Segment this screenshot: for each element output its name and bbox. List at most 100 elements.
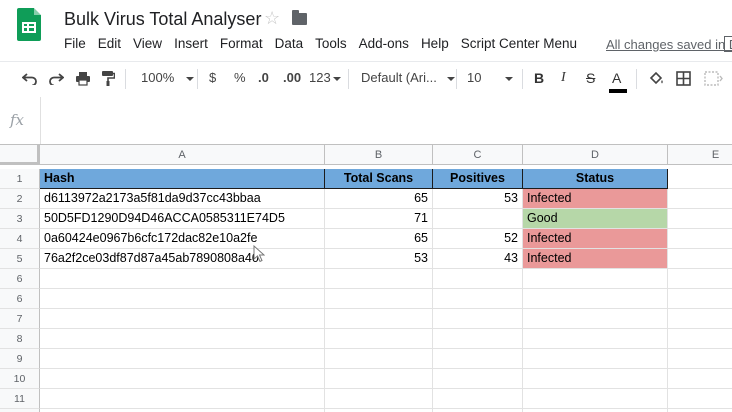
toolbar-divider	[636, 69, 637, 89]
star-icon[interactable]: ☆	[264, 8, 280, 29]
row-header[interactable]: 4	[0, 229, 40, 249]
share-button-edge[interactable]	[724, 36, 732, 52]
percent-format-button[interactable]: %	[234, 70, 246, 85]
decrease-decimal-button[interactable]: .0	[258, 70, 269, 85]
menu-edit[interactable]: Edit	[92, 36, 127, 54]
font-size-select[interactable]: 10	[467, 70, 514, 85]
chevron-down-icon	[186, 76, 195, 81]
bold-button[interactable]: B	[534, 70, 544, 86]
column-header-c[interactable]: C	[433, 145, 523, 165]
header-cell-hash[interactable]: Hash	[40, 169, 325, 189]
more-formats-label: 123	[309, 70, 331, 85]
cell-positives[interactable]: 52	[433, 229, 523, 249]
empty-cell[interactable]	[668, 249, 732, 269]
menu-tools[interactable]: Tools	[309, 36, 353, 54]
increase-decimal-button[interactable]: .00	[283, 70, 301, 85]
row-header[interactable]: 10	[0, 369, 40, 389]
merge-cells-icon[interactable]	[704, 71, 724, 86]
folder-icon[interactable]	[292, 10, 307, 25]
menu-insert[interactable]: Insert	[168, 36, 214, 54]
cell-hash[interactable]: 0a60424e0967b6cfc172dac82e10a2fe	[40, 229, 325, 249]
italic-button[interactable]: I	[561, 70, 566, 86]
empty-cell[interactable]	[668, 169, 732, 189]
cell-hash[interactable]: d6113972a2173a5f81da9d37cc43bbaa	[40, 189, 325, 209]
toolbar: 100% $ % .0 .00 123 Default (Ari... 10 B…	[0, 61, 732, 98]
chevron-down-icon	[446, 76, 455, 81]
zoom-select[interactable]: 100%	[141, 70, 195, 85]
cell-hash[interactable]: 50D5FD1290D94D46ACCA0585311E74D5	[40, 209, 325, 229]
redo-icon[interactable]	[48, 71, 64, 85]
row-header[interactable]: 2	[0, 189, 40, 209]
cell-status[interactable]: Infected	[523, 189, 668, 209]
print-icon[interactable]	[75, 71, 91, 86]
menu-bar: File Edit View Insert Format Data Tools …	[58, 36, 583, 54]
cell-total-scans[interactable]: 65	[325, 229, 433, 249]
menu-format[interactable]: Format	[214, 36, 269, 54]
font-family-value: Default (Ari...	[361, 70, 437, 85]
empty-cell[interactable]	[668, 189, 732, 209]
cell-status[interactable]: Infected	[523, 229, 668, 249]
undo-icon[interactable]	[22, 71, 38, 85]
formula-divider	[40, 97, 41, 144]
empty-cell[interactable]	[668, 209, 732, 229]
zoom-value: 100%	[141, 70, 175, 85]
spreadsheet-grid: A B C D E 1 2 3 4 5 6 7 8 9 10 11 12 Has…	[0, 145, 732, 412]
row-header[interactable]: 1	[0, 169, 40, 189]
cell-total-scans[interactable]: 53	[325, 249, 433, 269]
mouse-cursor-icon	[253, 245, 265, 263]
more-formats-select[interactable]: 123	[309, 70, 341, 85]
header-cell-positives[interactable]: Positives	[433, 169, 523, 189]
menu-data[interactable]: Data	[269, 36, 310, 54]
row-header[interactable]: 3	[0, 209, 40, 229]
document-title[interactable]: Bulk Virus Total Analyser	[64, 9, 261, 30]
cell-status[interactable]: Infected	[523, 249, 668, 269]
column-header-a[interactable]: A	[40, 145, 325, 165]
borders-icon[interactable]	[676, 71, 691, 86]
toolbar-divider	[348, 69, 349, 89]
column-header-d[interactable]: D	[523, 145, 668, 165]
toolbar-divider	[197, 69, 198, 89]
currency-format-button[interactable]: $	[209, 70, 216, 85]
sheets-logo-icon[interactable]	[17, 8, 41, 41]
select-all-corner[interactable]	[0, 145, 40, 165]
logo-fold	[34, 8, 41, 15]
row-header[interactable]: 8	[0, 329, 40, 349]
fill-color-icon[interactable]	[648, 71, 664, 86]
formula-input[interactable]	[48, 97, 728, 144]
formula-bar: fx	[0, 97, 732, 145]
empty-cell[interactable]	[668, 229, 732, 249]
column-header-e[interactable]: E	[668, 145, 732, 165]
menu-script-center[interactable]: Script Center Menu	[455, 36, 583, 54]
header-cell-status[interactable]: Status	[523, 169, 668, 189]
row-header[interactable]: 9	[0, 349, 40, 369]
empty-rows-grid[interactable]	[40, 289, 732, 412]
row-header[interactable]: 11	[0, 389, 40, 409]
title-bar: Bulk Virus Total Analyser ☆ File Edit Vi…	[0, 0, 732, 60]
cell-positives[interactable]: 43	[433, 249, 523, 269]
paint-format-icon[interactable]	[101, 70, 115, 87]
row-header[interactable]: 7	[0, 309, 40, 329]
row-header[interactable]: 6	[0, 289, 40, 309]
strikethrough-button[interactable]: S	[586, 70, 595, 86]
save-status-link[interactable]: All changes saved in D	[606, 37, 732, 52]
chevron-down-icon	[332, 76, 341, 81]
row-header[interactable]: 6	[0, 269, 40, 289]
cell-positives[interactable]: 53	[433, 189, 523, 209]
menu-help[interactable]: Help	[415, 36, 455, 54]
menu-file[interactable]: File	[58, 36, 92, 54]
text-color-button[interactable]: A	[612, 70, 621, 86]
cell-positives[interactable]	[433, 209, 523, 229]
toolbar-divider	[125, 69, 126, 89]
column-header-b[interactable]: B	[325, 145, 433, 165]
cell-hash[interactable]: 76a2f2ce03df87d87a45ab7890808a40	[40, 249, 325, 269]
cell-status[interactable]: Good	[523, 209, 668, 229]
row-header[interactable]: 5	[0, 249, 40, 269]
header-cell-total-scans[interactable]: Total Scans	[325, 169, 433, 189]
toolbar-divider	[522, 69, 523, 89]
cell-total-scans[interactable]: 71	[325, 209, 433, 229]
font-family-select[interactable]: Default (Ari...	[361, 70, 455, 85]
menu-addons[interactable]: Add-ons	[353, 36, 415, 54]
cell-total-scans[interactable]: 65	[325, 189, 433, 209]
toolbar-divider	[456, 69, 457, 89]
menu-view[interactable]: View	[127, 36, 168, 54]
